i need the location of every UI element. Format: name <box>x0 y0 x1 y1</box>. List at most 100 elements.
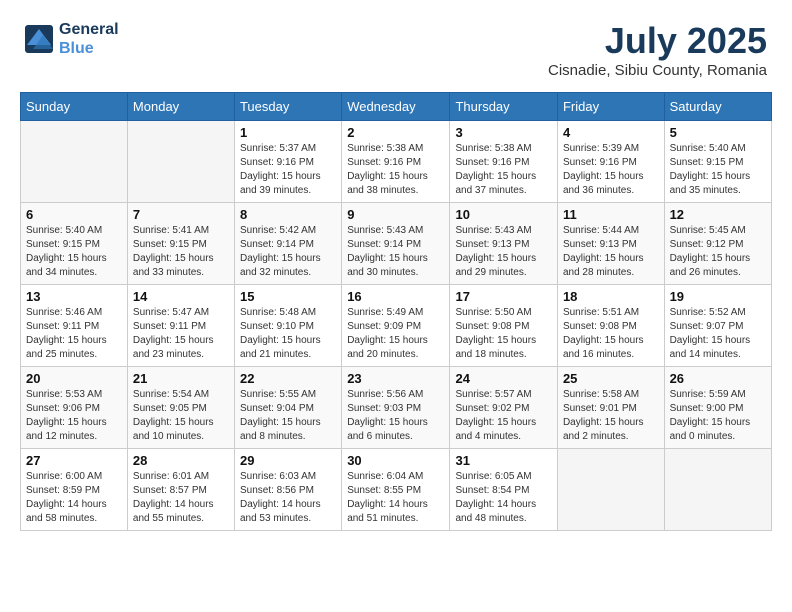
day-number: 11 <box>563 207 659 222</box>
day-number: 1 <box>240 125 336 140</box>
day-info: Sunrise: 5:50 AM Sunset: 9:08 PM Dayligh… <box>455 306 551 362</box>
day-number: 29 <box>240 453 336 468</box>
day-number: 6 <box>26 207 122 222</box>
calendar-day-cell <box>127 121 234 203</box>
day-info: Sunrise: 5:38 AM Sunset: 9:16 PM Dayligh… <box>455 142 551 198</box>
main-title: July 2025 <box>548 20 767 62</box>
weekday-header-row: SundayMondayTuesdayWednesdayThursdayFrid… <box>21 93 772 121</box>
calendar-day-cell: 16 Sunrise: 5:49 AM Sunset: 9:09 PM Dayli… <box>342 285 450 367</box>
day-info: Sunrise: 5:42 AM Sunset: 9:14 PM Dayligh… <box>240 224 336 280</box>
day-info: Sunrise: 5:40 AM Sunset: 9:15 PM Dayligh… <box>670 142 766 198</box>
calendar-day-cell: 10 Sunrise: 5:43 AM Sunset: 9:13 PM Dayli… <box>450 203 557 285</box>
calendar-day-cell: 18Sunrise: 5:51 AM Sunset: 9:08 PM Dayli… <box>557 285 664 367</box>
day-info: Sunrise: 5:54 AM Sunset: 9:05 PM Dayligh… <box>133 388 229 444</box>
logo: General Blue <box>25 20 119 58</box>
day-info: Sunrise: 5:52 AM Sunset: 9:07 PM Dayligh… <box>670 306 766 362</box>
calendar-day-cell: 15Sunrise: 5:48 AM Sunset: 9:10 PM Dayli… <box>234 285 341 367</box>
calendar-day-cell: 23 Sunrise: 5:56 AM Sunset: 9:03 PM Dayli… <box>342 367 450 449</box>
calendar-week-row: 13Sunrise: 5:46 AM Sunset: 9:11 PM Dayli… <box>21 285 772 367</box>
subtitle: Cisnadie, Sibiu County, Romania <box>548 62 767 79</box>
day-number: 12 <box>670 207 766 222</box>
calendar-week-row: 20Sunrise: 5:53 AM Sunset: 9:06 PM Dayli… <box>21 367 772 449</box>
day-info: Sunrise: 5:43 AM Sunset: 9:14 PM Dayligh… <box>347 224 444 280</box>
calendar-day-cell: 19 Sunrise: 5:52 AM Sunset: 9:07 PM Dayli… <box>664 285 771 367</box>
day-info: Sunrise: 5:51 AM Sunset: 9:08 PM Dayligh… <box>563 306 659 362</box>
calendar-day-cell: 3 Sunrise: 5:38 AM Sunset: 9:16 PM Daylig… <box>450 121 557 203</box>
day-info: Sunrise: 5:45 AM Sunset: 9:12 PM Dayligh… <box>670 224 766 280</box>
calendar-day-cell: 11 Sunrise: 5:44 AM Sunset: 9:13 PM Dayli… <box>557 203 664 285</box>
title-block: July 2025 Cisnadie, Sibiu County, Romani… <box>548 20 767 79</box>
day-info: Sunrise: 5:44 AM Sunset: 9:13 PM Dayligh… <box>563 224 659 280</box>
day-number: 5 <box>670 125 766 140</box>
weekday-header-tuesday: Tuesday <box>234 93 341 121</box>
day-number: 23 <box>347 371 444 386</box>
day-number: 19 <box>670 289 766 304</box>
day-info: Sunrise: 5:40 AM Sunset: 9:15 PM Dayligh… <box>26 224 122 280</box>
calendar-day-cell <box>664 449 771 531</box>
calendar-day-cell: 6 Sunrise: 5:40 AM Sunset: 9:15 PM Daylig… <box>21 203 128 285</box>
calendar-day-cell: 9Sunrise: 5:43 AM Sunset: 9:14 PM Daylig… <box>342 203 450 285</box>
calendar-day-cell <box>21 121 128 203</box>
day-number: 25 <box>563 371 659 386</box>
calendar-day-cell: 8Sunrise: 5:42 AM Sunset: 9:14 PM Daylig… <box>234 203 341 285</box>
page-header: General Blue July 2025 Cisnadie, Sibiu C… <box>10 10 782 84</box>
weekday-header-saturday: Saturday <box>664 93 771 121</box>
day-number: 16 <box>347 289 444 304</box>
weekday-header-thursday: Thursday <box>450 93 557 121</box>
calendar-day-cell: 14Sunrise: 5:47 AM Sunset: 9:11 PM Dayli… <box>127 285 234 367</box>
day-number: 26 <box>670 371 766 386</box>
day-info: Sunrise: 5:38 AM Sunset: 9:16 PM Dayligh… <box>347 142 444 198</box>
calendar-day-cell: 31 Sunrise: 6:05 AM Sunset: 8:54 PM Dayli… <box>450 449 557 531</box>
calendar-day-cell: 26 Sunrise: 5:59 AM Sunset: 9:00 PM Dayli… <box>664 367 771 449</box>
calendar-week-row: 27Sunrise: 6:00 AM Sunset: 8:59 PM Dayli… <box>21 449 772 531</box>
calendar-week-row: 1 Sunrise: 5:37 AM Sunset: 9:16 PM Daylig… <box>21 121 772 203</box>
calendar-week-row: 6 Sunrise: 5:40 AM Sunset: 9:15 PM Daylig… <box>21 203 772 285</box>
day-info: Sunrise: 5:39 AM Sunset: 9:16 PM Dayligh… <box>563 142 659 198</box>
day-number: 7 <box>133 207 229 222</box>
calendar-table: SundayMondayTuesdayWednesdayThursdayFrid… <box>20 92 772 531</box>
calendar-day-cell: 4Sunrise: 5:39 AM Sunset: 9:16 PM Daylig… <box>557 121 664 203</box>
calendar-day-cell: 2 Sunrise: 5:38 AM Sunset: 9:16 PM Daylig… <box>342 121 450 203</box>
day-info: Sunrise: 5:59 AM Sunset: 9:00 PM Dayligh… <box>670 388 766 444</box>
calendar-day-cell: 5 Sunrise: 5:40 AM Sunset: 9:15 PM Daylig… <box>664 121 771 203</box>
day-info: Sunrise: 5:41 AM Sunset: 9:15 PM Dayligh… <box>133 224 229 280</box>
day-number: 10 <box>455 207 551 222</box>
calendar-day-cell: 27Sunrise: 6:00 AM Sunset: 8:59 PM Dayli… <box>21 449 128 531</box>
day-info: Sunrise: 6:04 AM Sunset: 8:55 PM Dayligh… <box>347 470 444 526</box>
calendar-day-cell: 22 Sunrise: 5:55 AM Sunset: 9:04 PM Dayli… <box>234 367 341 449</box>
weekday-header-friday: Friday <box>557 93 664 121</box>
day-number: 17 <box>455 289 551 304</box>
day-info: Sunrise: 5:49 AM Sunset: 9:09 PM Dayligh… <box>347 306 444 362</box>
day-number: 2 <box>347 125 444 140</box>
calendar-day-cell: 7 Sunrise: 5:41 AM Sunset: 9:15 PM Daylig… <box>127 203 234 285</box>
day-number: 15 <box>240 289 336 304</box>
calendar-day-cell: 28 Sunrise: 6:01 AM Sunset: 8:57 PM Dayli… <box>127 449 234 531</box>
calendar-day-cell <box>557 449 664 531</box>
day-info: Sunrise: 6:03 AM Sunset: 8:56 PM Dayligh… <box>240 470 336 526</box>
day-number: 14 <box>133 289 229 304</box>
calendar-day-cell: 30 Sunrise: 6:04 AM Sunset: 8:55 PM Dayli… <box>342 449 450 531</box>
day-number: 28 <box>133 453 229 468</box>
calendar-day-cell: 20Sunrise: 5:53 AM Sunset: 9:06 PM Dayli… <box>21 367 128 449</box>
day-info: Sunrise: 6:05 AM Sunset: 8:54 PM Dayligh… <box>455 470 551 526</box>
day-number: 30 <box>347 453 444 468</box>
logo-text-line2: Blue <box>59 39 119 58</box>
calendar-day-cell: 1 Sunrise: 5:37 AM Sunset: 9:16 PM Daylig… <box>234 121 341 203</box>
logo-text-line1: General <box>59 20 119 39</box>
day-number: 20 <box>26 371 122 386</box>
day-info: Sunrise: 6:01 AM Sunset: 8:57 PM Dayligh… <box>133 470 229 526</box>
day-info: Sunrise: 5:43 AM Sunset: 9:13 PM Dayligh… <box>455 224 551 280</box>
calendar-day-cell: 12 Sunrise: 5:45 AM Sunset: 9:12 PM Dayli… <box>664 203 771 285</box>
day-number: 31 <box>455 453 551 468</box>
logo-icon <box>25 25 55 53</box>
calendar-day-cell: 21Sunrise: 5:54 AM Sunset: 9:05 PM Dayli… <box>127 367 234 449</box>
day-info: Sunrise: 5:55 AM Sunset: 9:04 PM Dayligh… <box>240 388 336 444</box>
weekday-header-wednesday: Wednesday <box>342 93 450 121</box>
day-number: 22 <box>240 371 336 386</box>
day-number: 3 <box>455 125 551 140</box>
day-info: Sunrise: 5:37 AM Sunset: 9:16 PM Dayligh… <box>240 142 336 198</box>
day-info: Sunrise: 5:56 AM Sunset: 9:03 PM Dayligh… <box>347 388 444 444</box>
day-info: Sunrise: 6:00 AM Sunset: 8:59 PM Dayligh… <box>26 470 122 526</box>
calendar-day-cell: 13Sunrise: 5:46 AM Sunset: 9:11 PM Dayli… <box>21 285 128 367</box>
calendar-day-cell: 24Sunrise: 5:57 AM Sunset: 9:02 PM Dayli… <box>450 367 557 449</box>
